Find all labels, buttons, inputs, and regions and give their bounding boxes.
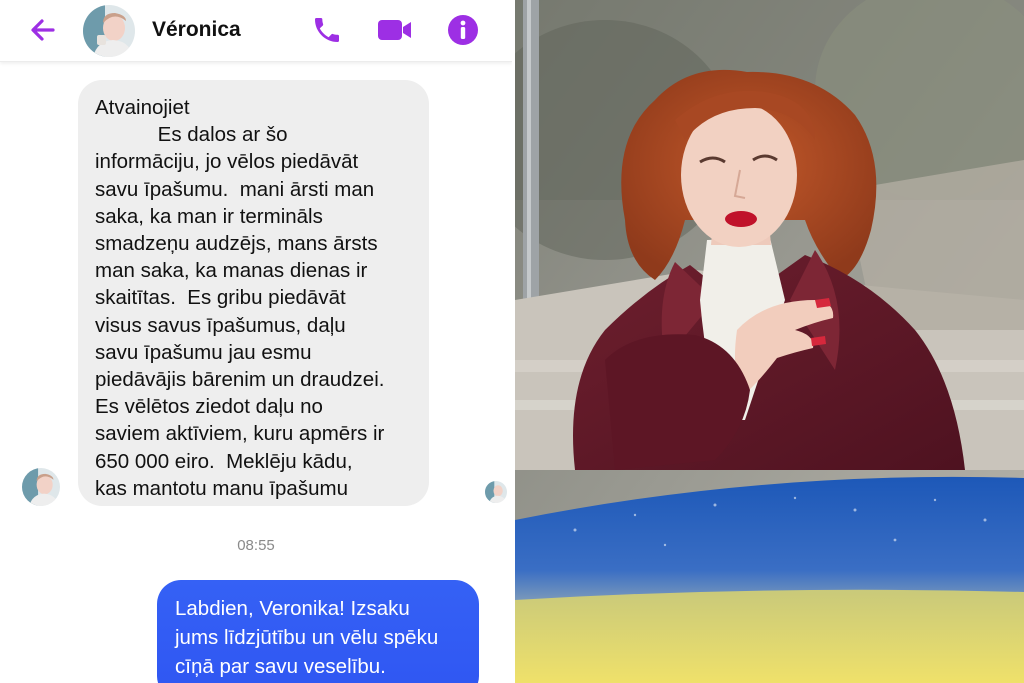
video-camera-icon bbox=[378, 20, 411, 40]
arrow-left-icon bbox=[31, 19, 55, 41]
message-timestamp: 08:55 bbox=[237, 537, 275, 554]
portrait-photo bbox=[515, 0, 1024, 683]
chat-screen: Véronica Atvainojiet Es dalos ar šo info… bbox=[0, 0, 512, 683]
video-call-button[interactable] bbox=[376, 14, 414, 46]
portrait-image bbox=[515, 0, 1024, 683]
back-button[interactable] bbox=[27, 14, 59, 46]
outgoing-message-bubble[interactable]: Labdien, Veronika! Izsaku jums līdzjūtīb… bbox=[157, 580, 479, 683]
read-receipt-avatar bbox=[485, 481, 507, 503]
avatar[interactable] bbox=[83, 5, 135, 57]
contact-name[interactable]: Véronica bbox=[152, 18, 241, 42]
avatar-image bbox=[485, 481, 507, 503]
incoming-message-bubble[interactable]: Atvainojiet Es dalos ar šo informāciju, … bbox=[78, 80, 429, 506]
sender-avatar[interactable] bbox=[22, 468, 60, 506]
phone-icon bbox=[315, 18, 339, 42]
info-button[interactable] bbox=[446, 13, 480, 47]
call-button[interactable] bbox=[311, 14, 343, 46]
chat-header: Véronica bbox=[0, 0, 512, 62]
avatar-image bbox=[83, 5, 135, 57]
avatar-image bbox=[22, 468, 60, 506]
info-icon bbox=[448, 15, 478, 45]
